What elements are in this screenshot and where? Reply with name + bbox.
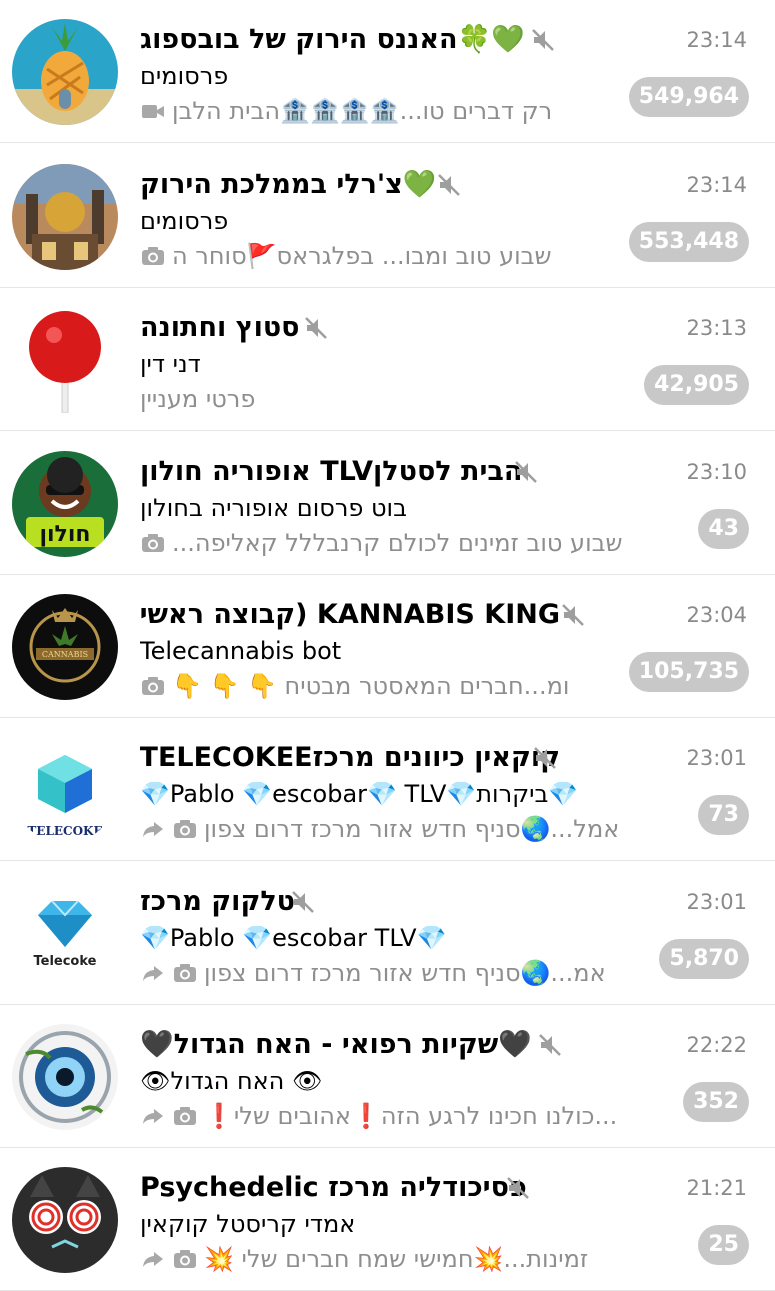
chat-time: 23:01 bbox=[686, 890, 747, 914]
chat-time: 23:14 bbox=[686, 28, 747, 52]
chat-sender: אמדי קריסטל קוקאין bbox=[140, 1210, 356, 1238]
chat-title: 🖤שקיות רפואי - האח הגדול🖤 bbox=[140, 1029, 532, 1060]
chat-time: 22:22 bbox=[686, 1033, 747, 1057]
forward-icon bbox=[140, 816, 166, 842]
chat-title: 💚🍀האננס הירוק של בובספוג bbox=[140, 24, 525, 55]
chat-time: 23:04 bbox=[686, 603, 747, 627]
chat-sender: פרסומים bbox=[140, 207, 229, 235]
chat-title: הבית לסטלןTLV אופוריה חולון bbox=[140, 456, 523, 487]
chat-preview: ומ...חברים המאסטר מבטיח 👇 👇 👇 bbox=[172, 672, 570, 700]
chat-sender: פרסומים bbox=[140, 62, 229, 90]
muted-icon bbox=[436, 172, 462, 198]
chat-time: 23:14 bbox=[686, 173, 747, 197]
chat-row[interactable]: Telecoke טלקוק מרכז 23:01 💎Pablo 💎escobar T… bbox=[0, 862, 775, 1005]
chat-time: 23:01 bbox=[686, 746, 747, 770]
camera-icon bbox=[172, 1246, 198, 1272]
forward-icon bbox=[140, 960, 166, 986]
chat-row[interactable]: 💚🍀האננס הירוק של בובספוג 23:14 פרסומים רק ד… bbox=[0, 0, 775, 143]
camera-icon bbox=[140, 243, 166, 269]
muted-icon bbox=[537, 1032, 563, 1058]
svg-text:Telecoke: Telecoke bbox=[34, 954, 97, 969]
preview-line: שבוע טוב ומבו... בפלגראס🚩סוחר ה bbox=[140, 239, 660, 275]
chat-title: פסיכודליה מרכז Psychedelic bbox=[140, 1172, 527, 1203]
forward-icon bbox=[140, 1103, 166, 1129]
chat-sender: 💎ביקרות💎Pablo 💎escobar💎 TLV💎 bbox=[140, 780, 579, 808]
chat-row[interactable]: TELECOKE קוקאין כיוונים מרכזTELECOKEE 23:0… bbox=[0, 718, 775, 861]
chat-preview: ...כולנו חכינו לרגע הזה❗אהובים שלי❗ bbox=[204, 1102, 618, 1130]
preview-line: ומ...חברים המאסטר מבטיח 👇 👇 👇 bbox=[140, 669, 660, 705]
chat-preview: רק דברים טו...🏦🏦🏦🏦הבית הלבן bbox=[172, 97, 553, 125]
preview-line: אמ...🌏סניף חדש אזור מרכז דרום צפון bbox=[140, 956, 660, 992]
chat-preview: שבוע טוב זמינים לכולם קרנבללל קאליפה... bbox=[172, 529, 623, 557]
unread-badge: 549,964 bbox=[628, 77, 749, 117]
camera-icon bbox=[172, 1103, 198, 1129]
muted-icon bbox=[303, 315, 329, 341]
camera-icon bbox=[172, 960, 198, 986]
unread-badge: 25 bbox=[698, 1225, 749, 1265]
chat-sender: Telecannabis bot bbox=[140, 637, 342, 665]
preview-line: פרטי מעניין bbox=[140, 382, 660, 418]
unread-badge: 553,448 bbox=[628, 222, 749, 262]
forward-icon bbox=[140, 1246, 166, 1272]
preview-line: אמל...🌏סניף חדש אזור מרכז דרום צפון bbox=[140, 812, 660, 848]
chat-sender: 💎Pablo 💎escobar TLV💎 bbox=[140, 924, 447, 952]
chat-title: KANNABIS KING (קבוצה ראשית) bbox=[140, 599, 560, 630]
chat-title: טלקוק מרכז bbox=[140, 886, 295, 917]
chat-preview: שבוע טוב ומבו... בפלגראס🚩סוחר ה bbox=[172, 242, 552, 270]
chat-row[interactable]: פסיכודליה מרכז Psychedelic 21:21 אמדי קריס… bbox=[0, 1148, 775, 1291]
camera-icon bbox=[172, 816, 198, 842]
cube-logo-icon: TELECOKE bbox=[12, 737, 118, 843]
svg-text:חולון: חולון bbox=[39, 522, 90, 547]
chat-time: 23:13 bbox=[686, 316, 747, 340]
hypno-cat-icon bbox=[12, 1167, 118, 1273]
cannabis-crown-icon: CANNABIS bbox=[12, 594, 118, 700]
svg-text:TELECOKE: TELECOKE bbox=[27, 824, 102, 838]
muted-icon bbox=[505, 1175, 531, 1201]
eye-logo-icon bbox=[12, 1024, 118, 1130]
chat-title: סטוץ וחתונה bbox=[140, 312, 300, 343]
preview-line: רק דברים טו...🏦🏦🏦🏦הבית הלבן bbox=[140, 94, 660, 130]
chat-sender: בוט פרסום אופוריה בחולון bbox=[140, 494, 407, 522]
chat-list: 💚🍀האננס הירוק של בובספוג 23:14 פרסומים רק ד… bbox=[0, 0, 775, 1291]
chat-row[interactable]: 💚צ'רלי בממלכת הירוק 23:14 פרסומים שבוע טוב … bbox=[0, 145, 775, 288]
chat-time: 21:21 bbox=[686, 1176, 747, 1200]
unread-badge: 73 bbox=[698, 795, 749, 835]
muted-icon bbox=[560, 602, 586, 628]
muted-icon bbox=[532, 745, 558, 771]
diamond-logo-icon: Telecoke bbox=[12, 881, 118, 987]
chat-preview: אמל...🌏סניף חדש אזור מרכז דרום צפון bbox=[204, 815, 620, 843]
lollipop-icon bbox=[12, 307, 118, 413]
svg-text:CANNABIS: CANNABIS bbox=[42, 650, 88, 659]
euphoria-logo-icon: חולון bbox=[12, 451, 118, 557]
muted-icon bbox=[513, 459, 539, 485]
unread-badge: 43 bbox=[698, 509, 749, 549]
camera-icon bbox=[140, 673, 166, 699]
preview-line: שבוע טוב זמינים לכולם קרנבללל קאליפה... bbox=[140, 526, 660, 562]
unread-badge: 5,870 bbox=[659, 939, 749, 979]
pineapple-house-icon bbox=[12, 19, 118, 125]
unread-badge: 352 bbox=[683, 1082, 749, 1122]
unread-badge: 105,735 bbox=[628, 652, 749, 692]
chat-row[interactable]: סטוץ וחתונה 23:13 דני דין פרטי מעניין 42,905 bbox=[0, 288, 775, 431]
muted-icon bbox=[290, 889, 316, 915]
camera-icon bbox=[140, 530, 166, 556]
chat-preview: זמינות...💥חמישי שמח חברים שלי 💥 bbox=[204, 1245, 589, 1273]
factory-icon bbox=[12, 164, 118, 270]
muted-icon bbox=[530, 27, 556, 53]
chat-row[interactable]: CANNABIS KANNABIS KING (קבוצה ראשית) 23:04… bbox=[0, 575, 775, 718]
chat-sender: דני דין bbox=[140, 350, 201, 378]
unread-badge: 42,905 bbox=[644, 365, 749, 405]
chat-title: 💚צ'רלי בממלכת הירוק bbox=[140, 169, 437, 200]
preview-line: ...כולנו חכינו לרגע הזה❗אהובים שלי❗ bbox=[140, 1099, 660, 1135]
chat-time: 23:10 bbox=[686, 460, 747, 484]
chat-preview: פרטי מעניין bbox=[140, 385, 256, 413]
chat-title: קוקאין כיוונים מרכזTELECOKEE bbox=[140, 742, 560, 773]
chat-sender: 👁 האח הגדול👁 bbox=[140, 1067, 323, 1095]
chat-row[interactable]: 🖤שקיות רפואי - האח הגדול🖤 22:22 👁 האח הגדו… bbox=[0, 1005, 775, 1148]
video-icon bbox=[140, 98, 166, 124]
chat-row[interactable]: חולון הבית לסטלןTLV אופוריה חולון 23:10 בוט… bbox=[0, 432, 775, 575]
preview-line: זמינות...💥חמישי שמח חברים שלי 💥 bbox=[140, 1242, 660, 1278]
chat-preview: אמ...🌏סניף חדש אזור מרכז דרום צפון bbox=[204, 959, 606, 987]
